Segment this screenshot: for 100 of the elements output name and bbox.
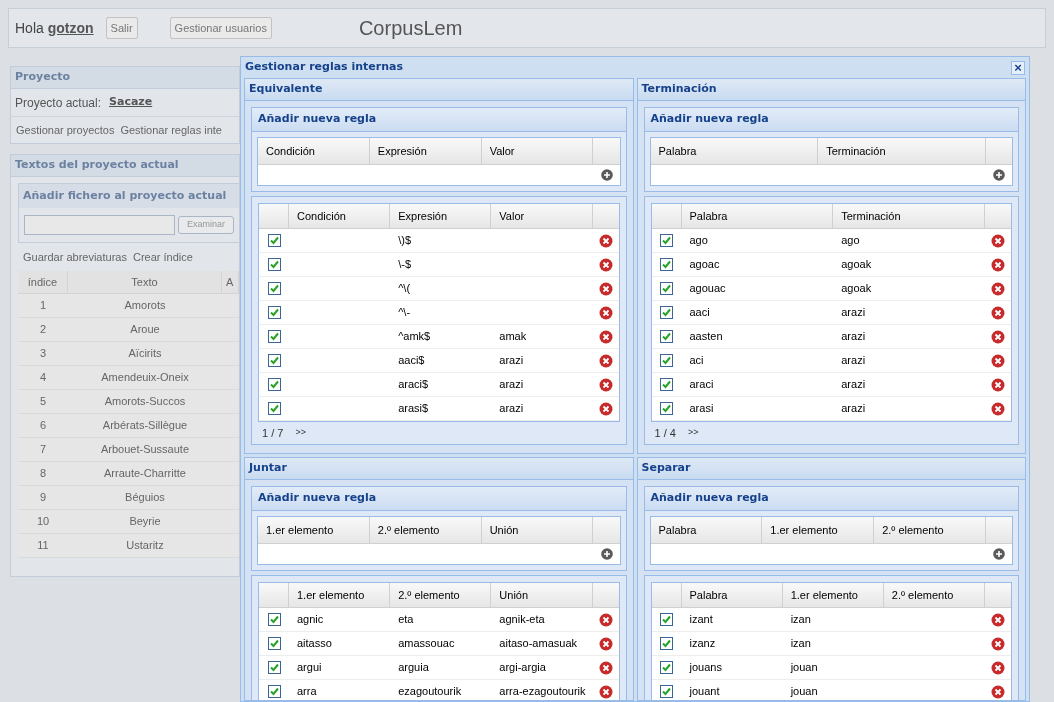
checkbox[interactable] xyxy=(660,330,673,343)
delete-icon[interactable] xyxy=(598,636,613,651)
toolbar-link[interactable]: Gestionar proyectos xyxy=(16,121,115,139)
table-cell: jouant xyxy=(689,685,720,698)
toolbar-link[interactable]: Crear índice xyxy=(132,248,193,266)
table-cell: amak xyxy=(499,330,527,343)
delete-icon[interactable] xyxy=(991,257,1005,272)
column-header: 2.º elemento xyxy=(874,517,986,543)
checkbox[interactable] xyxy=(660,685,673,698)
table-cell: aaci$ xyxy=(398,354,425,367)
add-icon[interactable] xyxy=(993,169,1005,181)
table-cell-text: Arbouet-Sussaute xyxy=(100,442,190,458)
table-cell: arazi xyxy=(841,354,866,367)
project-link[interactable]: Sacaze xyxy=(109,94,153,111)
checkbox[interactable] xyxy=(267,234,281,247)
checkbox[interactable] xyxy=(267,378,281,391)
close-button[interactable]: × xyxy=(1011,60,1025,75)
table-cell-text: 8 xyxy=(39,466,47,482)
table-cell: izant xyxy=(689,613,713,626)
checkbox[interactable] xyxy=(267,258,281,271)
table-cell-text: 3 xyxy=(39,346,47,362)
dialog-title: Gestionar reglas internas xyxy=(245,59,403,76)
delete-icon[interactable] xyxy=(991,305,1005,320)
table-cell-text: Aroue xyxy=(130,322,160,338)
table-cell: arazi xyxy=(499,354,524,367)
file-field[interactable] xyxy=(24,215,175,235)
delete-icon[interactable] xyxy=(991,636,1005,651)
header-button[interactable]: Salir xyxy=(105,17,138,39)
column-header: 1.er elemento xyxy=(258,517,370,543)
delete-icon[interactable] xyxy=(991,401,1005,416)
delete-icon[interactable] xyxy=(598,305,613,320)
table-cell-text: Amendeuix-Oneix xyxy=(101,370,189,386)
delete-icon[interactable] xyxy=(991,353,1005,368)
table-cell: jouan xyxy=(790,685,818,698)
checkbox[interactable] xyxy=(267,661,281,674)
page-indicator: 1 / 4 xyxy=(654,425,676,441)
delete-icon[interactable] xyxy=(991,660,1005,675)
column-header: Palabra xyxy=(681,583,783,607)
delete-icon[interactable] xyxy=(598,660,613,675)
table-cell: amassouac xyxy=(398,637,455,650)
checkbox[interactable] xyxy=(267,354,281,367)
column-header: Palabra xyxy=(650,138,819,164)
delete-icon[interactable] xyxy=(598,684,613,699)
toolbar-link[interactable]: Guardar abreviaturas xyxy=(23,248,127,266)
delete-icon[interactable] xyxy=(991,329,1005,344)
checkbox[interactable] xyxy=(660,613,673,626)
app-title: CorpusLem xyxy=(358,16,463,41)
delete-icon[interactable] xyxy=(598,612,613,627)
delete-icon[interactable] xyxy=(991,684,1005,699)
checkbox[interactable] xyxy=(267,637,281,650)
add-icon[interactable] xyxy=(600,169,613,181)
header-button[interactable]: Gestionar usuarios xyxy=(169,17,272,39)
table-cell: ^\- xyxy=(398,306,411,319)
table-cell-text: Arraute-Charritte xyxy=(104,466,186,482)
delete-icon[interactable] xyxy=(991,281,1005,296)
delete-icon[interactable] xyxy=(598,401,613,416)
next-page-link[interactable]: >> xyxy=(295,426,306,440)
checkbox[interactable] xyxy=(660,661,673,674)
delete-icon[interactable] xyxy=(598,353,613,368)
column-header: Unión xyxy=(481,517,594,543)
checkbox[interactable] xyxy=(267,330,281,343)
checkbox[interactable] xyxy=(660,637,673,650)
checkbox[interactable] xyxy=(660,306,673,319)
next-page-link[interactable]: >> xyxy=(687,426,699,440)
table-cell-text: 1 xyxy=(39,298,47,314)
table-cell: arguia xyxy=(398,661,429,674)
checkbox[interactable] xyxy=(267,402,281,415)
column-header: 2.º elemento xyxy=(390,583,492,607)
checkbox[interactable] xyxy=(267,613,281,626)
table-cell: agnic xyxy=(297,613,324,626)
add-icon[interactable] xyxy=(993,548,1005,560)
delete-icon[interactable] xyxy=(991,233,1005,248)
user-link[interactable]: gotzon xyxy=(47,19,94,36)
delete-icon[interactable] xyxy=(598,329,613,344)
add-icon[interactable] xyxy=(600,548,613,560)
checkbox[interactable] xyxy=(660,258,673,271)
checkbox[interactable] xyxy=(267,282,281,295)
column-header: Palabra xyxy=(681,204,834,228)
checkbox[interactable] xyxy=(660,378,673,391)
checkbox[interactable] xyxy=(660,354,673,367)
browse-button[interactable]: Examinar xyxy=(178,216,234,234)
checkbox[interactable] xyxy=(660,402,673,415)
delete-icon[interactable] xyxy=(991,377,1005,392)
delete-icon[interactable] xyxy=(598,257,613,272)
checkbox[interactable] xyxy=(267,306,281,319)
delete-icon[interactable] xyxy=(991,612,1005,627)
checkbox[interactable] xyxy=(267,685,281,698)
table-cell: aitaso-amasuak xyxy=(499,637,577,650)
table-cell: arasi xyxy=(689,402,714,415)
delete-icon[interactable] xyxy=(598,377,613,392)
table-cell: arasi$ xyxy=(398,402,429,415)
table-cell: izanz xyxy=(689,637,716,650)
toolbar-link[interactable]: Gestionar reglas inte xyxy=(120,121,222,139)
checkbox[interactable] xyxy=(660,234,673,247)
table-cell: agoac xyxy=(689,258,720,271)
table-cell: \)$ xyxy=(398,234,411,247)
table-cell: aasten xyxy=(689,330,723,343)
delete-icon[interactable] xyxy=(598,233,613,248)
delete-icon[interactable] xyxy=(598,281,613,296)
checkbox[interactable] xyxy=(660,282,673,295)
